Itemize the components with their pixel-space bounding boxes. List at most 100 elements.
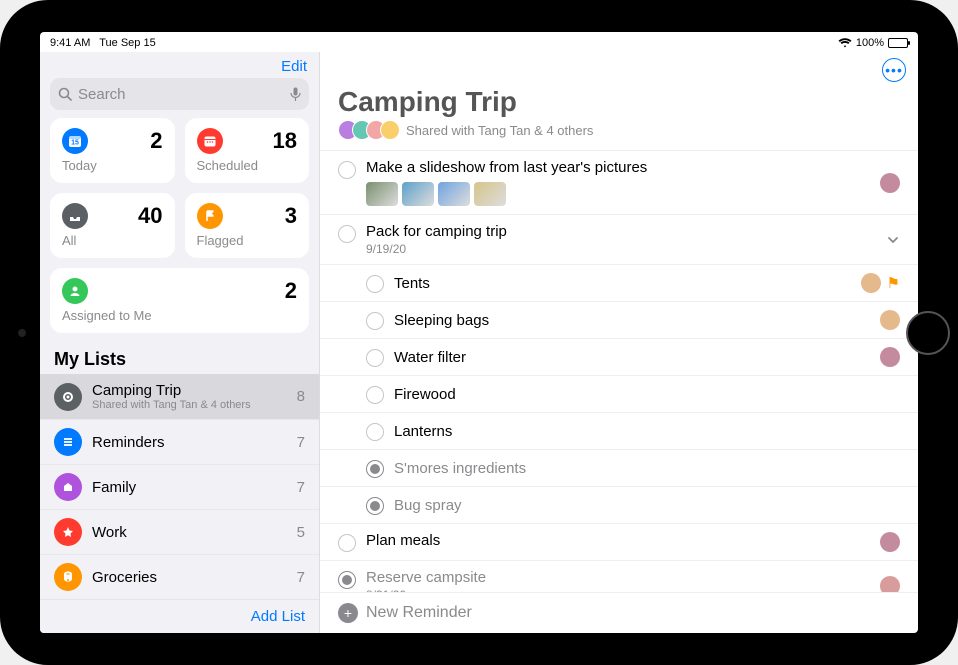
subtask-item[interactable]: Water filter [320, 338, 918, 375]
card-today-count: 2 [150, 128, 162, 154]
lists-container: Camping TripShared with Tang Tan & 4 oth… [40, 374, 319, 599]
battery-pct: 100% [856, 37, 884, 49]
card-today[interactable]: 15 2 Today [50, 118, 175, 183]
reminders-list: Make a slideshow from last year's pictur… [320, 150, 918, 592]
list-row[interactable]: Camping TripShared with Tang Tan & 4 oth… [40, 374, 319, 420]
search-field[interactable] [50, 78, 309, 110]
complete-toggle[interactable] [366, 423, 384, 441]
card-all-label: All [62, 233, 163, 248]
card-flagged-label: Flagged [197, 233, 298, 248]
subtask-item[interactable]: Sleeping bags [320, 301, 918, 338]
complete-toggle[interactable] [338, 161, 356, 179]
subtask-item[interactable]: Lanterns [320, 412, 918, 449]
calendar-today-icon: 15 [62, 128, 88, 154]
thumbnail[interactable] [474, 182, 506, 206]
list-icon [54, 563, 82, 591]
list-icon [54, 518, 82, 546]
reminder-title: Plan meals [366, 532, 870, 549]
svg-text:15: 15 [71, 140, 79, 147]
main-panel: ••• Camping Trip Shared with Tang Tan & … [320, 52, 918, 633]
tray-icon [62, 203, 88, 229]
new-reminder-button[interactable]: + New Reminder [320, 592, 918, 633]
calendar-icon [197, 128, 223, 154]
subtask-title: Firewood [394, 386, 890, 403]
complete-toggle[interactable] [338, 534, 356, 552]
sidebar: Edit [40, 52, 320, 633]
thumbnails [366, 182, 870, 206]
card-scheduled-count: 18 [273, 128, 297, 154]
reminder-item[interactable]: Pack for camping trip9/19/20 [320, 214, 918, 264]
wifi-icon [838, 38, 852, 48]
list-count: 5 [297, 524, 305, 541]
ipad-frame: 9:41 AM Tue Sep 15 100% Edit [0, 0, 958, 665]
list-title: Camping Trip [320, 82, 918, 120]
reminder-title: Pack for camping trip [366, 223, 876, 240]
list-icon [54, 473, 82, 501]
card-flagged-count: 3 [285, 203, 297, 229]
complete-toggle[interactable] [366, 386, 384, 404]
reminder-item[interactable]: Plan meals [320, 523, 918, 560]
camera-dot [18, 329, 26, 337]
list-count: 8 [297, 388, 305, 405]
complete-toggle[interactable] [366, 497, 384, 515]
subtask-item[interactable]: Tents⚑ [320, 264, 918, 301]
subtask-title: Tents [394, 275, 851, 292]
subtask-item[interactable]: Firewood [320, 375, 918, 412]
complete-toggle[interactable] [366, 275, 384, 293]
list-row[interactable]: Groceries 7 [40, 555, 319, 599]
reminder-title: Make a slideshow from last year's pictur… [366, 159, 870, 176]
reminder-title: Reserve campsite [366, 569, 870, 586]
thumbnail[interactable] [402, 182, 434, 206]
subtask-title: Lanterns [394, 423, 890, 440]
mic-icon[interactable] [290, 87, 301, 102]
list-icon [54, 428, 82, 456]
list-icon [54, 383, 82, 411]
edit-button[interactable]: Edit [281, 58, 307, 75]
list-count: 7 [297, 434, 305, 451]
thumbnail[interactable] [438, 182, 470, 206]
person-icon [62, 278, 88, 304]
complete-toggle[interactable] [338, 571, 356, 589]
assignee-avatar [880, 310, 900, 330]
subtask-title: S'mores ingredients [394, 460, 890, 477]
home-button[interactable] [906, 311, 950, 355]
subtask-item[interactable]: S'mores ingredients [320, 449, 918, 486]
screen: 9:41 AM Tue Sep 15 100% Edit [40, 32, 918, 633]
search-input[interactable] [78, 86, 284, 103]
chevron-down-icon[interactable] [886, 233, 900, 247]
status-time: 9:41 AM [50, 37, 90, 49]
list-row[interactable]: Family7 [40, 465, 319, 510]
thumbnail[interactable] [366, 182, 398, 206]
assignee-avatar [880, 173, 900, 193]
subtask-title: Bug spray [394, 497, 890, 514]
assignee-avatar [880, 347, 900, 367]
list-name: Reminders [92, 434, 287, 451]
smart-lists: 15 2 Today 18 Scheduled [40, 118, 319, 343]
complete-toggle[interactable] [366, 312, 384, 330]
list-row[interactable]: Work 5 [40, 510, 319, 555]
card-today-label: Today [62, 158, 163, 173]
list-count: 7 [297, 569, 305, 586]
complete-toggle[interactable] [338, 225, 356, 243]
avatar [380, 120, 400, 140]
plus-icon: + [338, 603, 358, 623]
complete-toggle[interactable] [366, 460, 384, 478]
add-list-button[interactable]: Add List [40, 599, 319, 633]
list-name: Work [92, 524, 287, 541]
list-count: 7 [297, 479, 305, 496]
reminder-item[interactable]: Reserve campsite8/31/20 [320, 560, 918, 592]
card-all[interactable]: 40 All [50, 193, 175, 258]
reminder-item[interactable]: Make a slideshow from last year's pictur… [320, 150, 918, 214]
flag-icon [197, 203, 223, 229]
card-scheduled[interactable]: 18 Scheduled [185, 118, 310, 183]
complete-toggle[interactable] [366, 349, 384, 367]
shared-row[interactable]: Shared with Tang Tan & 4 others [320, 120, 918, 150]
card-all-count: 40 [138, 203, 162, 229]
list-name: Groceries [92, 569, 287, 586]
card-flagged[interactable]: 3 Flagged [185, 193, 310, 258]
more-button[interactable]: ••• [882, 58, 906, 82]
card-assigned[interactable]: 2 Assigned to Me [50, 268, 309, 333]
assignee-avatar [880, 576, 900, 593]
list-row[interactable]: Reminders 7 [40, 420, 319, 465]
subtask-item[interactable]: Bug spray [320, 486, 918, 523]
